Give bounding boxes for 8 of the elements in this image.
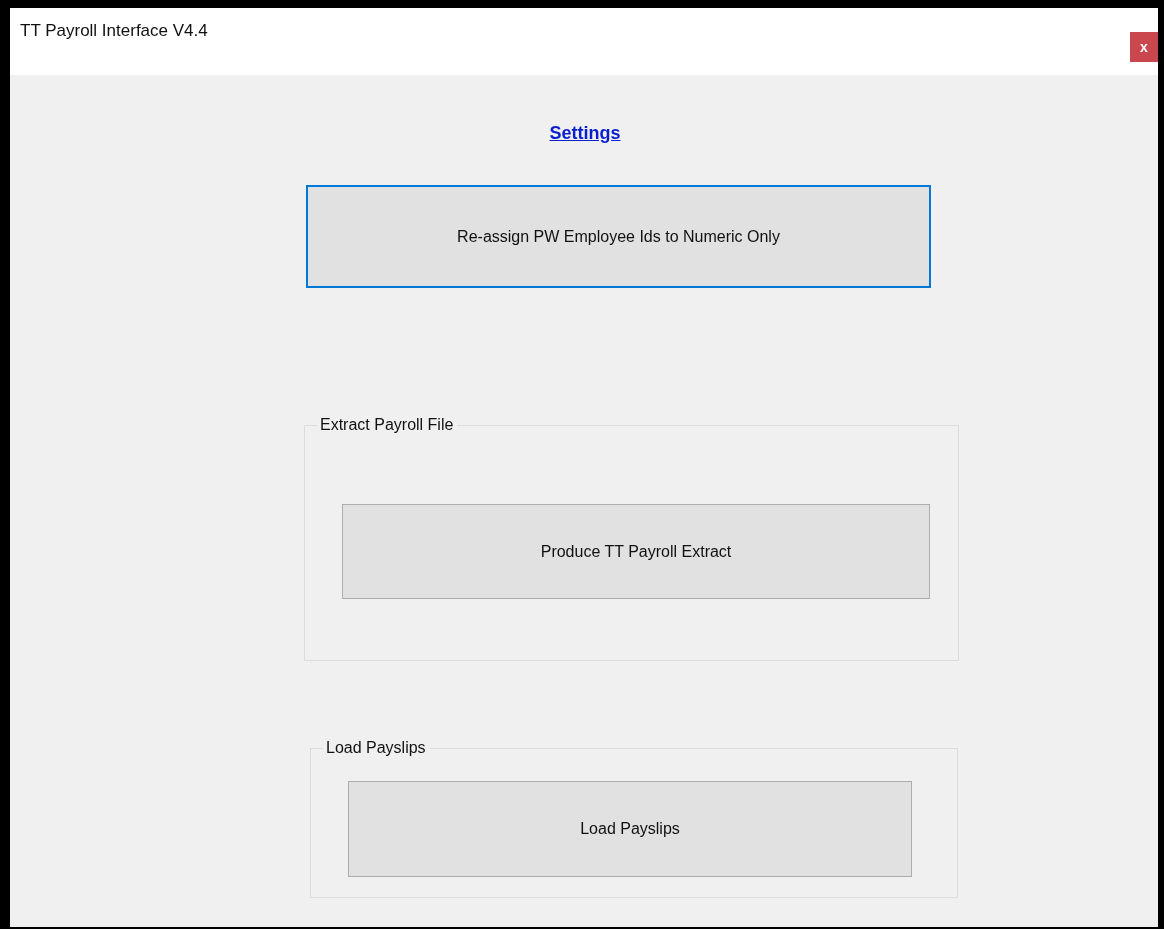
reassign-ids-button[interactable]: Re-assign PW Employee Ids to Numeric Only <box>306 185 931 288</box>
group-title: Extract Payroll File <box>319 416 455 434</box>
close-button[interactable]: x <box>1130 32 1158 62</box>
window-title: TT Payroll Interface V4.4 <box>20 21 208 41</box>
action-button[interactable]: Load Payslips <box>348 781 912 877</box>
settings-link[interactable]: Settings <box>549 123 621 144</box>
action-button[interactable]: Produce TT Payroll Extract <box>342 504 930 599</box>
group-title: Load Payslips <box>325 739 427 757</box>
